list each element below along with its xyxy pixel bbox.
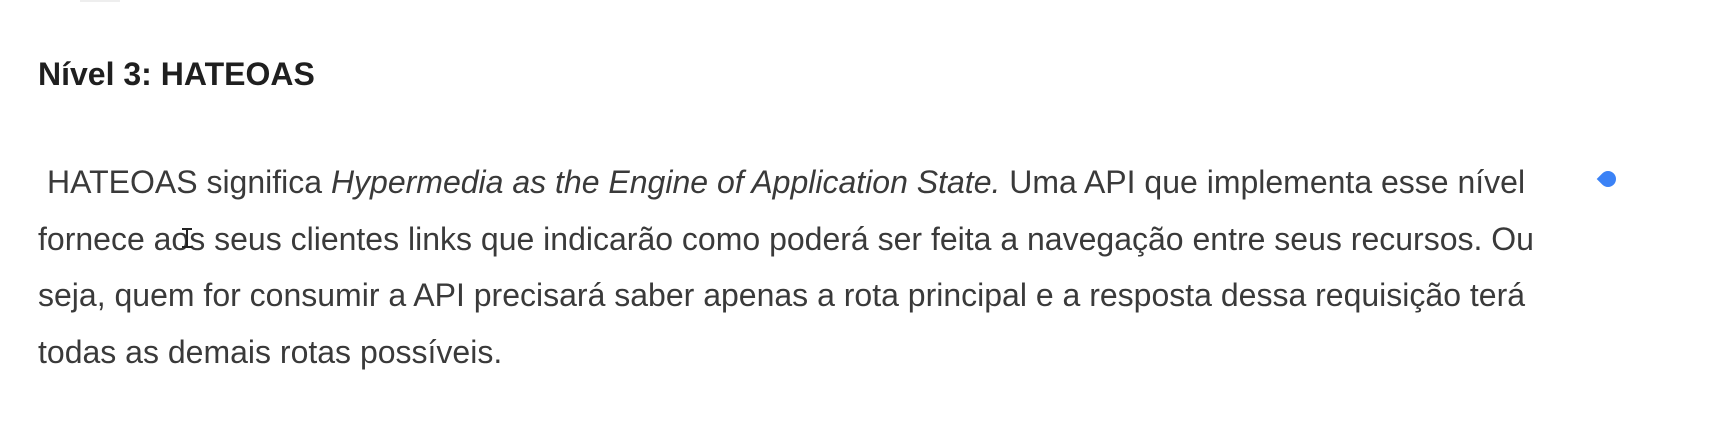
section-paragraph: HATEOAS significa Hypermedia as the Engi… bbox=[38, 154, 1568, 380]
text-cursor-icon bbox=[182, 228, 192, 248]
paragraph-italic-term: Hypermedia as the Engine of Application … bbox=[330, 164, 1001, 200]
section-heading: Nível 3: HATEOAS bbox=[38, 56, 315, 92]
cursor-dot-icon bbox=[1596, 167, 1620, 191]
paragraph-intro: HATEOAS significa bbox=[47, 164, 331, 200]
top-divider bbox=[80, 0, 120, 2]
